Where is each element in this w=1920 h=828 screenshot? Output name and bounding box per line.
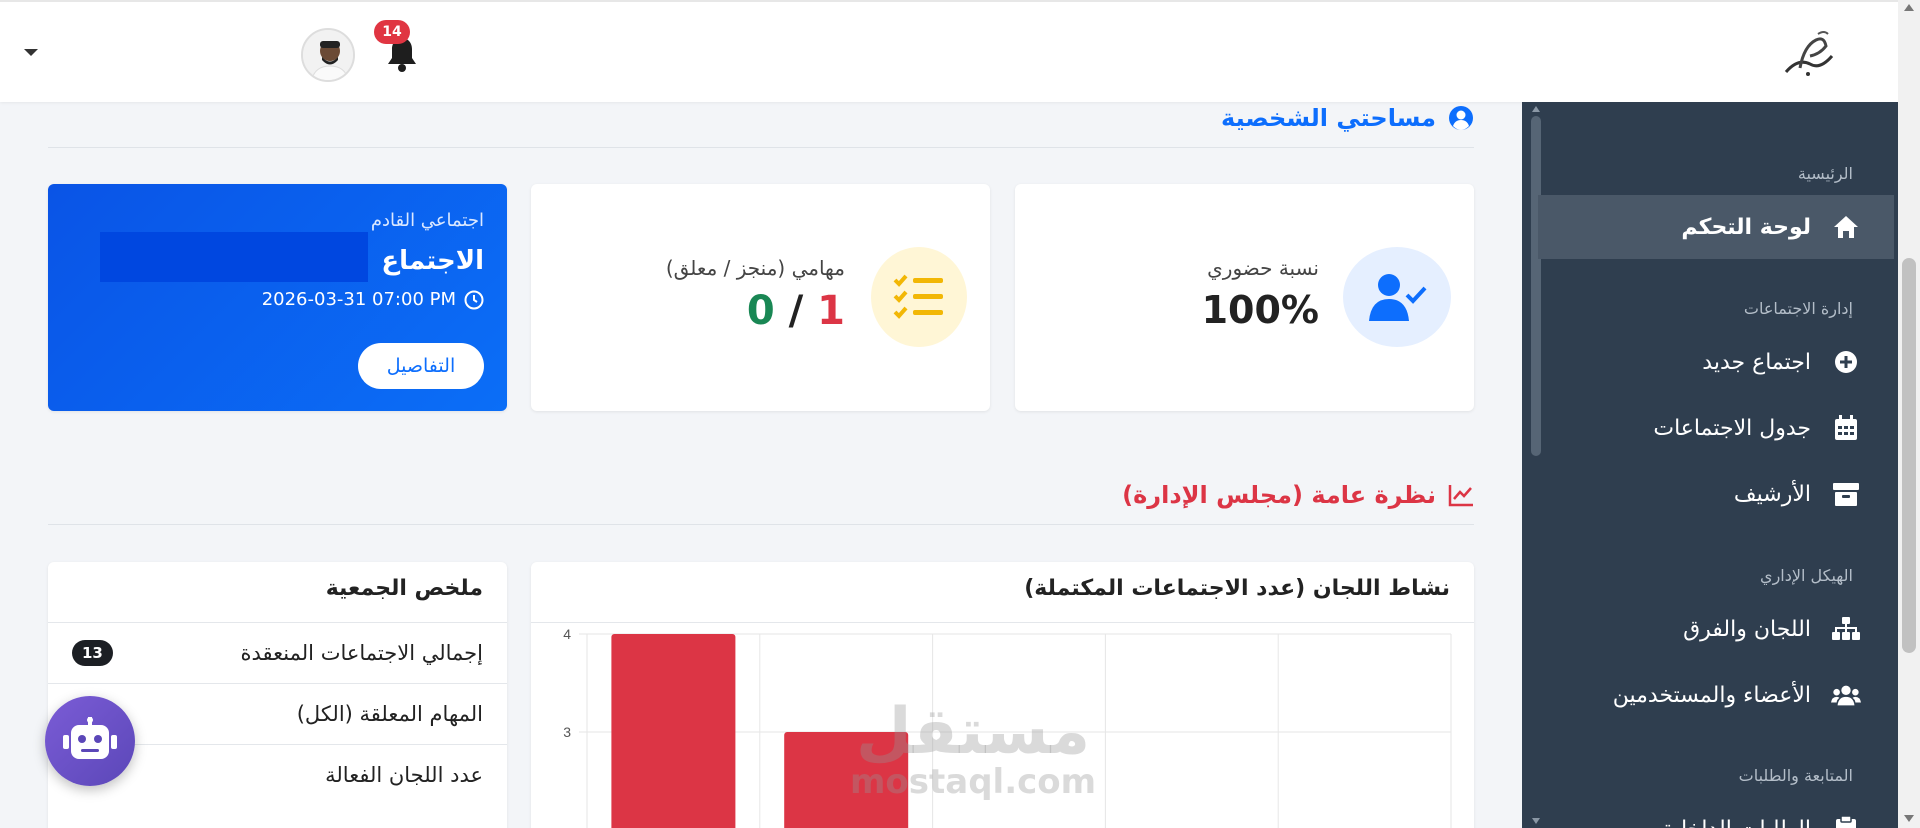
summary-row-label: المهام المعلقة (الكل) <box>296 702 483 726</box>
sidebar-item-label: الأعضاء والمستخدمين <box>1612 682 1811 708</box>
sidebar-item-members[interactable]: الأعضاء والمستخدمين <box>1538 663 1894 727</box>
tasks-list-icon <box>871 247 967 347</box>
sidebar-item-label: اجتماع جديد <box>1702 349 1811 375</box>
home-icon <box>1831 212 1861 242</box>
sidebar-item-label: الأرشيف <box>1733 481 1811 507</box>
logo[interactable] <box>1780 28 1838 80</box>
summary-row-total-meetings: إجمالي الاجتماعات المنعقدة 13 <box>48 622 507 683</box>
sidebar-section-structure: الهيكل الإداري <box>1760 566 1853 585</box>
sidebar-item-meetings-schedule[interactable]: جدول الاجتماعات <box>1538 396 1894 460</box>
committee-activity-chart: 43 <box>563 626 1452 828</box>
redacted-block <box>100 232 368 282</box>
next-meeting-datetime: 2026-03-31 07:00 PM <box>261 289 456 310</box>
sidebar-section-followup: المتابعة والطلبات <box>1738 766 1853 785</box>
page-scroll-thumb[interactable] <box>1902 258 1916 653</box>
clock-icon <box>464 290 484 310</box>
chart-title: نشاط اللجان (عدد الاجتماعات المكتملة) <box>1024 576 1450 601</box>
tasks-separator: / <box>774 288 818 334</box>
association-summary-card: ملخص الجمعية إجمالي الاجتماعات المنعقدة … <box>48 562 507 828</box>
tasks-card: مهامي (منجز / معلق) 0 / 1 <box>531 184 990 411</box>
next-meeting-card: اجتماعي القادم الاجتماع 2026-03-31 07:00… <box>48 184 507 411</box>
committee-activity-card: نشاط اللجان (عدد الاجتماعات المكتملة) 43 <box>531 562 1474 828</box>
sidebar-item-archive[interactable]: الأرشيف <box>1538 462 1894 526</box>
personal-space-heading: مساحتي الشخصية <box>1221 104 1474 132</box>
overview-title: نظرة عامة (مجلس الإدارة) <box>1122 481 1436 509</box>
tasks-done-count: 0 <box>746 288 775 334</box>
summary-row-label: إجمالي الاجتماعات المنعقدة <box>240 641 483 665</box>
sidebar-scrollbar[interactable] <box>1526 102 1541 828</box>
archive-icon <box>1831 479 1861 509</box>
page-scrollbar[interactable] <box>1898 0 1920 828</box>
page-scroll-up-icon[interactable] <box>1904 4 1914 11</box>
plus-circle-icon <box>1831 347 1861 377</box>
clipboard-icon <box>1831 814 1861 828</box>
section-divider <box>48 147 1474 148</box>
chart-line-icon <box>1448 483 1474 507</box>
user-circle-icon <box>1448 105 1474 131</box>
sidebar-item-label: لوحة التحكم <box>1681 214 1811 240</box>
user-menu-caret-icon[interactable] <box>24 49 38 56</box>
user-check-icon <box>1343 247 1451 347</box>
y-tick-label: 3 <box>563 724 571 740</box>
attendance-value: 100% <box>1201 288 1319 332</box>
next-meeting-datetime-row: 2026-03-31 07:00 PM <box>262 289 484 310</box>
tasks-value: 0 / 1 <box>747 288 845 334</box>
summary-title: ملخص الجمعية <box>325 576 483 601</box>
sidebar-item-committees[interactable]: اللجان والفرق <box>1538 597 1894 661</box>
next-meeting-title: الاجتماع <box>381 246 484 276</box>
summary-row-badge: 13 <box>72 640 113 666</box>
calendar-icon <box>1831 413 1861 443</box>
sidebar-item-label: جدول الاجتماعات <box>1653 415 1811 441</box>
sitemap-icon <box>1831 614 1861 644</box>
sidebar-section-meetings: إدارة الاجتماعات <box>1743 299 1853 318</box>
page-scroll-down-icon[interactable] <box>1904 815 1914 822</box>
sidebar-item-dashboard[interactable]: لوحة التحكم <box>1538 195 1894 259</box>
users-icon <box>1831 680 1861 710</box>
next-meeting-label: اجتماعي القادم <box>370 210 484 231</box>
tasks-label: مهامي (منجز / معلق) <box>665 256 845 280</box>
y-tick-label: 4 <box>563 626 571 642</box>
sidebar-item-label: الطلبات الداخلية <box>1662 817 1811 828</box>
sidebar-item-new-meeting[interactable]: اجتماع جديد <box>1538 330 1894 394</box>
user-avatar[interactable] <box>301 28 355 82</box>
sidebar-scroll-up-icon[interactable] <box>1532 106 1540 112</box>
summary-row-label: عدد اللجان الفعالة <box>325 763 483 787</box>
chatbot-button[interactable] <box>45 696 135 786</box>
section-divider <box>48 524 1474 525</box>
sidebar-section-home: الرئيسية <box>1797 164 1853 183</box>
robot-icon <box>63 717 117 765</box>
top-navbar: 14 <box>0 0 1898 102</box>
sidebar: الرئيسية لوحة التحكم إدارة الاجتماعات اج… <box>1522 102 1898 828</box>
sidebar-item-internal-requests[interactable]: الطلبات الداخلية <box>1538 797 1894 828</box>
attendance-card: نسبة حضوري 100% <box>1015 184 1474 411</box>
overview-heading: نظرة عامة (مجلس الإدارة) <box>1122 481 1474 509</box>
sidebar-item-label: اللجان والفرق <box>1683 616 1811 642</box>
notifications-badge: 14 <box>374 20 410 44</box>
tasks-pending-count: 1 <box>817 288 845 334</box>
details-button[interactable]: التفاصيل <box>358 343 484 389</box>
chart-bar[interactable] <box>611 634 736 828</box>
chart-bar[interactable] <box>784 732 909 828</box>
personal-space-title: مساحتي الشخصية <box>1221 104 1436 132</box>
attendance-label: نسبة حضوري <box>1207 256 1319 280</box>
